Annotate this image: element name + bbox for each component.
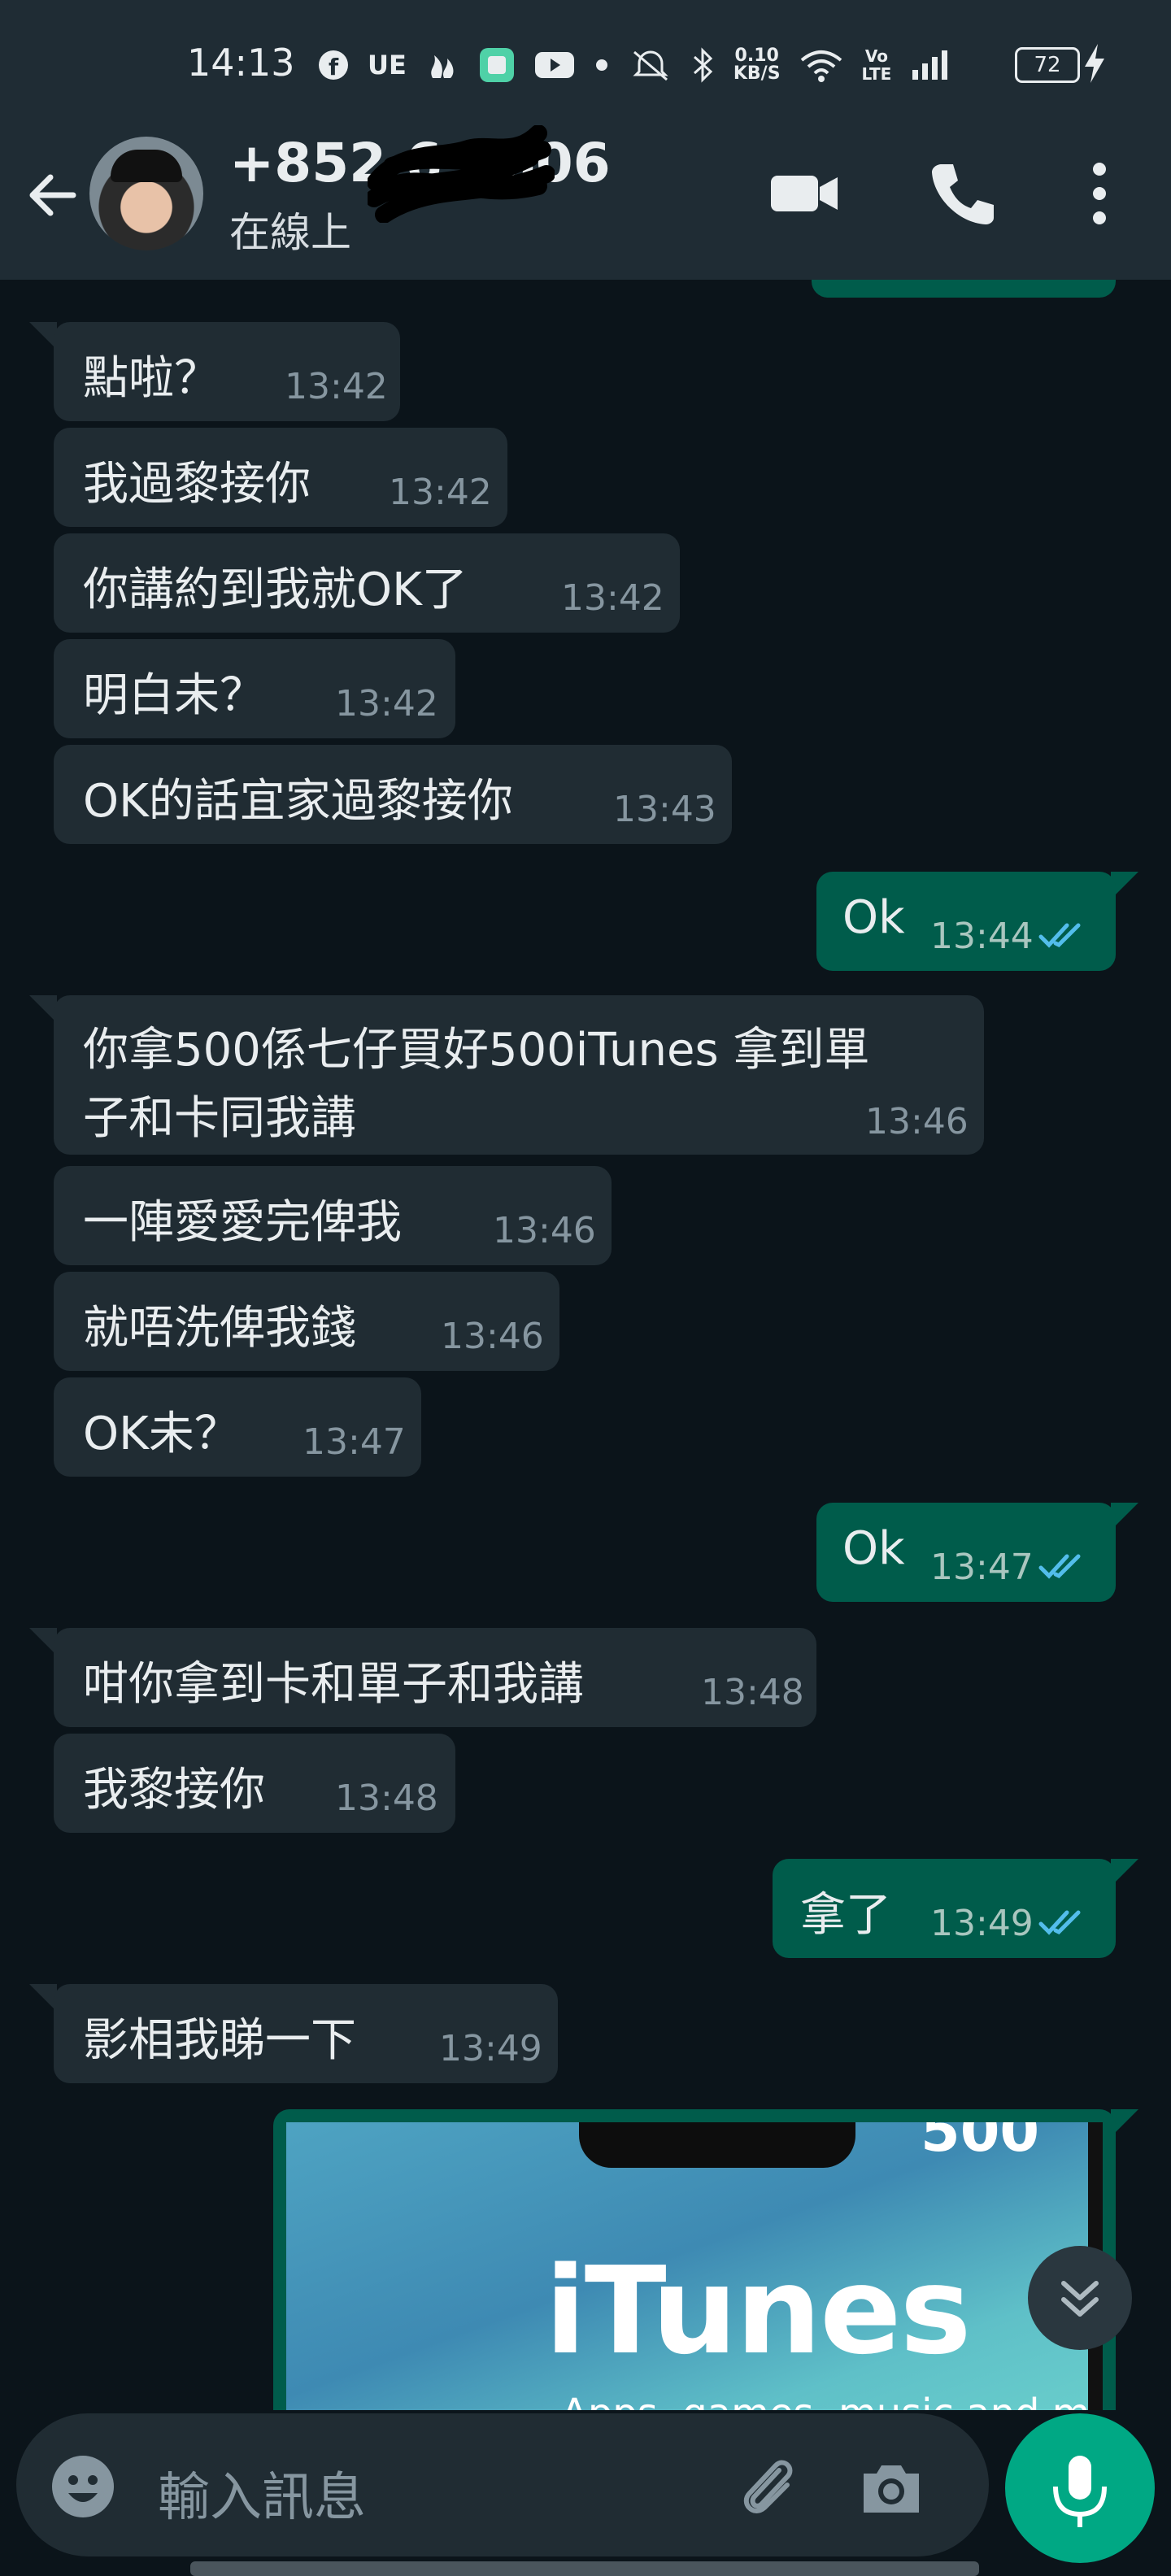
paperclip-icon[interactable] bbox=[730, 2449, 808, 2527]
battery-icon: 72 bbox=[1015, 47, 1080, 83]
message-time: 13:46 bbox=[441, 1316, 544, 1357]
message-incoming[interactable]: 點啦？ 13:42 bbox=[54, 322, 400, 421]
message-text: 你拿500係七仔買好500iTunes 拿到單 bbox=[83, 1024, 870, 1077]
wifi-icon bbox=[800, 50, 842, 82]
svg-text:f: f bbox=[329, 54, 339, 80]
message-incoming[interactable]: 影相我睇一下 13:49 bbox=[54, 1984, 558, 2083]
message-time: 13:46 bbox=[865, 1101, 969, 1142]
message-text: OK的話宜家過黎接你 bbox=[83, 775, 513, 828]
message-partial bbox=[812, 280, 1116, 298]
message-time: 13:47 bbox=[303, 1421, 406, 1463]
message-incoming[interactable]: 一陣愛愛完俾我 13:46 bbox=[54, 1166, 612, 1265]
message-incoming[interactable]: 明白未？ 13:42 bbox=[54, 639, 455, 738]
message-text: 你講約到我就OK了 bbox=[83, 564, 468, 616]
message-text: Ok bbox=[842, 1522, 905, 1575]
emoji-icon[interactable] bbox=[49, 2452, 117, 2521]
message-time: 13:49 bbox=[439, 2028, 542, 2069]
redaction-scribble bbox=[368, 125, 555, 223]
message-text: OK未？ bbox=[83, 1408, 240, 1460]
youtube-icon bbox=[534, 52, 574, 78]
bubble-tail bbox=[29, 322, 57, 350]
message-outgoing[interactable]: Ok 13:44 bbox=[816, 872, 1116, 971]
message-time: 13:42 bbox=[389, 472, 492, 513]
image-message[interactable]: 500 iTunes Apps, games, music and more bbox=[273, 2109, 1116, 2410]
message-text: 咁你拿到卡和單子和我講 bbox=[83, 1658, 584, 1711]
read-receipt-icon bbox=[1038, 1554, 1081, 1579]
message-text: 影相我睇一下 bbox=[83, 2014, 356, 2067]
message-time: 13:42 bbox=[335, 683, 438, 724]
message-text: 一陣愛愛完俾我 bbox=[83, 1196, 402, 1249]
read-receipt-icon bbox=[1038, 923, 1081, 948]
card-notch bbox=[579, 2122, 855, 2168]
bubble-tail bbox=[29, 995, 57, 1023]
system-nav-bar bbox=[190, 2561, 979, 2576]
message-incoming[interactable]: 咁你拿到卡和單子和我講 13:48 bbox=[54, 1628, 816, 1727]
message-incoming[interactable]: OK未？ 13:47 bbox=[54, 1377, 421, 1477]
message-input[interactable]: 輸入訊息 bbox=[158, 2456, 366, 2530]
message-incoming[interactable]: 我黎接你 13:48 bbox=[54, 1734, 455, 1833]
dot-icon bbox=[595, 59, 607, 71]
avatar[interactable] bbox=[89, 137, 203, 250]
app-icon bbox=[431, 55, 454, 78]
message-time: 13:44 bbox=[930, 916, 1034, 957]
ue-text-icon: UE bbox=[368, 50, 407, 80]
message-text: 我過黎接你 bbox=[83, 458, 311, 511]
message-incoming[interactable]: OK的話宜家過黎接你 13:43 bbox=[54, 745, 732, 844]
message-time: 13:48 bbox=[335, 1778, 438, 1819]
card-amount: 500 bbox=[921, 2122, 1040, 2165]
message-time: 13:42 bbox=[561, 577, 664, 619]
bluetooth-icon bbox=[693, 47, 713, 83]
message-text: 我黎接你 bbox=[83, 1764, 265, 1817]
double-chevron-down-icon bbox=[1061, 2281, 1099, 2317]
charging-icon bbox=[1085, 44, 1104, 83]
message-text: Ok bbox=[842, 891, 905, 944]
message-incoming[interactable]: 你拿500係七仔買好500iTunes 拿到單 子和卡同我講 13:46 bbox=[54, 995, 984, 1155]
message-outgoing[interactable]: 拿了 13:49 bbox=[773, 1859, 1116, 1958]
message-outgoing[interactable]: Ok 13:47 bbox=[816, 1503, 1116, 1602]
status-bar: 14:13 f UE 0.10 KB/S Vo LTE 72 bbox=[0, 0, 1171, 101]
message-time: 13:49 bbox=[930, 1903, 1034, 1944]
bubble-tail bbox=[29, 1628, 57, 1656]
scroll-to-bottom-button[interactable] bbox=[1028, 2246, 1132, 2350]
status-time: 14:13 bbox=[187, 41, 295, 85]
message-incoming[interactable]: 我過黎接你 13:42 bbox=[54, 428, 507, 527]
card-subtitle: Apps, games, music and more bbox=[561, 2391, 1103, 2410]
status-icons: f UE 0.10 KB/S Vo LTE bbox=[317, 42, 950, 88]
message-list[interactable]: 點啦？ 13:42 我過黎接你 13:42 你講約到我就OK了 13:42 明白… bbox=[0, 280, 1171, 2410]
more-options-icon[interactable] bbox=[1060, 154, 1138, 233]
itunes-card-photo[interactable]: 500 iTunes Apps, games, music and more bbox=[286, 2122, 1103, 2410]
message-text: 拿了 bbox=[800, 1889, 891, 1942]
contact-status: 在線上 bbox=[229, 209, 351, 256]
mute-icon bbox=[633, 50, 668, 81]
camera-icon[interactable] bbox=[852, 2449, 930, 2527]
message-time: 13:42 bbox=[285, 366, 388, 407]
message-time: 13:47 bbox=[930, 1547, 1034, 1588]
net-speed: 0.10 KB/S bbox=[733, 46, 781, 84]
message-time: 13:48 bbox=[701, 1672, 804, 1713]
bubble-tail bbox=[29, 1984, 57, 2012]
message-text: 就唔洗俾我錢 bbox=[83, 1302, 356, 1355]
mic-icon bbox=[1053, 2456, 1107, 2527]
avatar-cap bbox=[111, 150, 182, 182]
volte-icon: Vo LTE bbox=[861, 46, 892, 84]
mic-button[interactable] bbox=[1005, 2413, 1155, 2563]
facebook-icon: f bbox=[319, 50, 348, 80]
message-incoming[interactable]: 就唔洗俾我錢 13:46 bbox=[54, 1272, 559, 1371]
message-time: 13:46 bbox=[493, 1210, 596, 1251]
message-text: 點啦？ bbox=[83, 352, 220, 405]
video-call-icon[interactable] bbox=[764, 154, 842, 233]
signal-icon bbox=[912, 50, 948, 80]
message-incoming[interactable]: 你講約到我就OK了 13:42 bbox=[54, 533, 680, 633]
back-arrow-icon[interactable] bbox=[23, 166, 81, 224]
voice-call-icon[interactable] bbox=[922, 154, 1000, 233]
green-app-icon bbox=[479, 48, 514, 82]
message-text-line2: 子和卡同我講 bbox=[83, 1092, 356, 1145]
message-composer: 輸入訊息 bbox=[16, 2413, 989, 2556]
message-text: 明白未？ bbox=[83, 669, 265, 722]
read-receipt-icon bbox=[1038, 1910, 1081, 1935]
message-time: 13:43 bbox=[613, 789, 716, 830]
chat-header: +852 6 9606 在線上 bbox=[0, 101, 1171, 280]
card-brand: iTunes bbox=[545, 2241, 972, 2381]
